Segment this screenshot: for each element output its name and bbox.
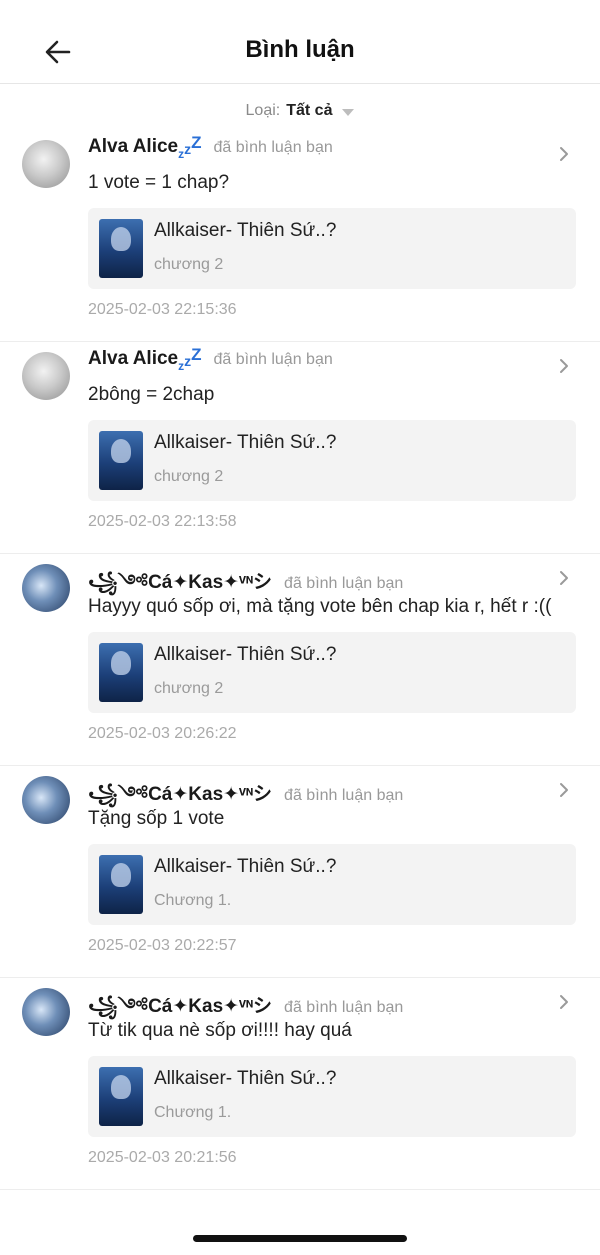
comment-header: Alva Alice zzZ đã bình luận bạn: [88, 342, 576, 376]
timestamp: 2025-02-03 22:13:58: [88, 513, 237, 530]
timestamp: 2025-02-03 20:21:56: [88, 1149, 237, 1166]
chevron-right-icon[interactable]: [554, 144, 574, 164]
comment-text: Hayyy quó sốp ơi, mà tặng vote bên chap …: [88, 596, 552, 617]
comment-item[interactable]: ꧁༺Cá✦Kas✦ᵛᶰシ đã bình luận bạn Tặng sốp 1…: [0, 766, 600, 978]
chapter-label: chương 2: [154, 468, 224, 485]
comment-header: ꧁༺Cá✦Kas✦ᵛᶰシ đã bình luận bạn: [88, 978, 576, 1017]
chapter-label: chương 2: [154, 680, 224, 697]
comment-item[interactable]: Alva Alice zzZ đã bình luận bạn 2bông = …: [0, 342, 600, 554]
action-text: đã bình luận bạn: [213, 351, 333, 368]
avatar[interactable]: [22, 988, 70, 1036]
action-text: đã bình luận bạn: [284, 999, 404, 1016]
comment-list: Alva Alice zzZ đã bình luận bạn 1 vote =…: [0, 130, 600, 1190]
manga-cover: [99, 219, 143, 278]
chevron-right-icon[interactable]: [554, 992, 574, 1012]
filter-dropdown[interactable]: Loại: Tất cả: [0, 100, 600, 122]
author-name[interactable]: Alva Alice: [88, 136, 178, 158]
manga-card[interactable]: Allkaiser- Thiên Sứ..? chương 2: [88, 208, 576, 289]
page-title: Bình luận: [245, 36, 355, 63]
manga-card[interactable]: Allkaiser- Thiên Sứ..? chương 2: [88, 632, 576, 713]
chevron-right-icon[interactable]: [554, 780, 574, 800]
timestamp: 2025-02-03 20:26:22: [88, 725, 237, 742]
comment-text: 1 vote = 1 chap?: [88, 172, 230, 193]
app-header: Bình luận: [0, 0, 600, 84]
timestamp: 2025-02-03 20:22:57: [88, 937, 237, 954]
chevron-right-icon[interactable]: [554, 356, 574, 376]
manga-title: Allkaiser- Thiên Sứ..?: [154, 432, 337, 453]
manga-card[interactable]: Allkaiser- Thiên Sứ..? chương 2: [88, 420, 576, 501]
chapter-label: Chương 1.: [154, 1104, 232, 1121]
manga-cover: [99, 431, 143, 490]
manga-cover: [99, 855, 143, 914]
avatar[interactable]: [22, 564, 70, 612]
comment-header: ꧁༺Cá✦Kas✦ᵛᶰシ đã bình luận bạn: [88, 766, 576, 805]
avatar[interactable]: [22, 140, 70, 188]
comment-header: ꧁༺Cá✦Kas✦ᵛᶰシ đã bình luận bạn: [88, 554, 576, 593]
avatar[interactable]: [22, 352, 70, 400]
filter-label: Loại:: [245, 102, 281, 119]
action-text: đã bình luận bạn: [284, 787, 404, 804]
manga-card[interactable]: Allkaiser- Thiên Sứ..? Chương 1.: [88, 1056, 576, 1137]
timestamp: 2025-02-03 22:15:36: [88, 301, 237, 318]
manga-title: Allkaiser- Thiên Sứ..?: [154, 644, 337, 665]
manga-cover: [99, 643, 143, 702]
avatar[interactable]: [22, 776, 70, 824]
manga-cover: [99, 1067, 143, 1126]
comment-item[interactable]: Alva Alice zzZ đã bình luận bạn 1 vote =…: [0, 130, 600, 342]
author-name[interactable]: Alva Alice: [88, 348, 178, 370]
comment-text: Tặng sốp 1 vote: [88, 808, 225, 829]
filter-value: Tất cả: [286, 102, 333, 119]
home-indicator: [193, 1235, 407, 1242]
chevron-right-icon[interactable]: [554, 568, 574, 588]
manga-card[interactable]: Allkaiser- Thiên Sứ..? Chương 1.: [88, 844, 576, 925]
comment-item[interactable]: ꧁༺Cá✦Kas✦ᵛᶰシ đã bình luận bạn Hayyy quó …: [0, 554, 600, 766]
comment-item[interactable]: ꧁༺Cá✦Kas✦ᵛᶰシ đã bình luận bạn Từ tik qua…: [0, 978, 600, 1190]
manga-title: Allkaiser- Thiên Sứ..?: [154, 856, 337, 877]
comment-text: 2bông = 2chap: [88, 384, 215, 405]
manga-title: Allkaiser- Thiên Sứ..?: [154, 220, 337, 241]
chapter-label: chương 2: [154, 256, 224, 273]
triangle-down-icon: [342, 108, 355, 116]
chapter-label: Chương 1.: [154, 892, 232, 909]
sleep-zzz-icon: zzZ: [178, 345, 202, 373]
manga-title: Allkaiser- Thiên Sứ..?: [154, 1068, 337, 1089]
comment-text: Từ tik qua nè sốp ơi!!!! hay quá: [88, 1020, 352, 1041]
comment-header: Alva Alice zzZ đã bình luận bạn: [88, 130, 576, 164]
action-text: đã bình luận bạn: [284, 575, 404, 592]
sleep-zzz-icon: zzZ: [178, 133, 202, 161]
action-text: đã bình luận bạn: [213, 139, 333, 156]
